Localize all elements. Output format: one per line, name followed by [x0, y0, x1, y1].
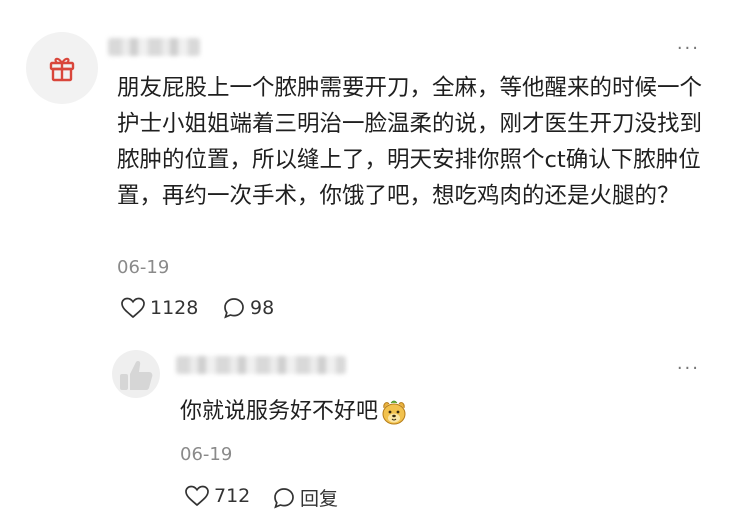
thumbs-up-avatar-icon [120, 361, 153, 390]
comment-bubble-icon [224, 298, 244, 319]
heart-icon [185, 485, 209, 507]
comment-date: 06-19 [117, 257, 170, 278]
comment-button[interactable]: 98 [222, 296, 274, 320]
reply-like-button[interactable]: 712 [184, 484, 250, 508]
reply-avatar[interactable] [112, 350, 160, 398]
comment-text: 朋友屁股上一个脓肿需要开刀，全麻，等他醒来的时候一个护士小姐姐端着三明治一脸温柔… [117, 75, 703, 209]
more-options-button[interactable]: ··· [677, 40, 700, 58]
reply-like-count: 712 [214, 485, 251, 507]
avatar[interactable] [26, 32, 98, 104]
reply-button[interactable]: 回复 [272, 484, 338, 511]
reply-text: 你就说服务好不好吧 [180, 399, 379, 424]
reply-username[interactable] [176, 356, 346, 374]
comment-count: 98 [250, 297, 275, 319]
like-button[interactable]: 1128 [120, 296, 198, 320]
username[interactable] [108, 38, 200, 56]
heart-icon [121, 297, 145, 319]
reply-more-options-button[interactable]: ··· [677, 360, 700, 378]
dog-face-emoji-icon [382, 400, 406, 425]
reply-date: 06-19 [180, 444, 233, 465]
comment-bubble-icon [274, 487, 294, 508]
like-count: 1128 [150, 297, 199, 319]
reply-label: 回复 [300, 488, 339, 510]
gift-icon [49, 57, 75, 82]
reply-text-row: 你就说服务好不好吧 [180, 396, 408, 428]
